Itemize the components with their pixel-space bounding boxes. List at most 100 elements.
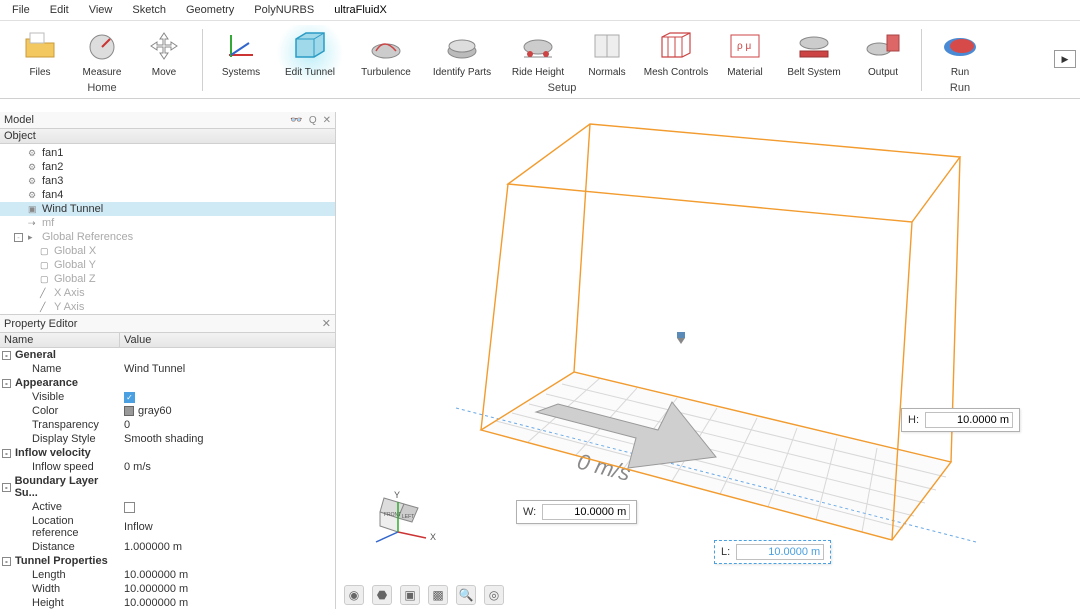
tree-label: Global X <box>54 245 96 257</box>
tree-item[interactable]: ▢Global Y <box>0 258 335 272</box>
prop-value[interactable]: 10.000000 m <box>124 569 188 581</box>
prop-value[interactable]: 10.000000 m <box>124 597 188 609</box>
ribbon-measure[interactable]: Measure <box>74 25 130 80</box>
prop-value[interactable]: Inflow <box>124 521 153 533</box>
tree-item[interactable]: ⚙fan2 <box>0 160 335 174</box>
prop-value[interactable]: 0 <box>124 419 130 431</box>
panel-close-icon[interactable]: ✕ <box>323 115 331 126</box>
vtb-1[interactable]: ◉ <box>344 585 364 605</box>
ribbon-move[interactable]: Move <box>136 25 192 80</box>
prop-name: Length <box>6 569 66 581</box>
output-icon <box>861 27 905 65</box>
prop-row: Height10.000000 m <box>0 596 335 609</box>
prop-row: Active <box>0 500 335 514</box>
menu-polynurbs[interactable]: PolyNURBS <box>250 2 318 18</box>
prop-value[interactable]: 1.000000 m <box>124 541 182 553</box>
tree-item[interactable]: ⚙fan1 <box>0 146 335 160</box>
tree-item[interactable]: -▸Global References <box>0 230 335 244</box>
prop-section[interactable]: General <box>15 349 56 361</box>
tree-item[interactable]: ╱X Axis <box>0 286 335 300</box>
dim-height-input[interactable] <box>925 412 1013 428</box>
play-icon[interactable]: ▶ <box>1054 50 1076 68</box>
ribbon-rideheight[interactable]: Ride Height <box>503 25 573 80</box>
prop-value[interactable]: 0 m/s <box>124 461 151 473</box>
ribbon-systems[interactable]: Systems <box>213 25 269 80</box>
svg-text:LEFT: LEFT <box>402 514 414 520</box>
normals-icon <box>585 27 629 65</box>
ribbon-output[interactable]: Output <box>855 25 911 80</box>
tree-item[interactable]: ⚙fan4 <box>0 188 335 202</box>
dim-length-input[interactable] <box>736 544 824 560</box>
dim-length[interactable]: L: <box>714 540 831 564</box>
left-pane: Model 👓 Q ✕ Object ⚙fan1⚙fan2⚙fan3⚙fan4▣Wi… <box>0 112 336 609</box>
vtb-4[interactable]: ▩ <box>428 585 448 605</box>
tree-label: X Axis <box>54 287 85 299</box>
prop-row: Length 10.000000 m <box>0 568 335 582</box>
prop-section[interactable]: Tunnel Properties <box>15 555 108 567</box>
panel-search-icon[interactable]: Q <box>309 115 317 126</box>
prop-value[interactable]: Smooth shading <box>124 433 204 445</box>
turbulence-icon <box>364 27 408 65</box>
tree-item[interactable]: ⚙fan3 <box>0 174 335 188</box>
tree-item[interactable]: ▣Wind Tunnel <box>0 202 335 216</box>
ribbon-meshctrl[interactable]: Mesh Controls <box>641 25 711 80</box>
menu-view[interactable]: View <box>85 2 117 18</box>
ribbon-normals[interactable]: Normals <box>579 25 635 80</box>
menu-edit[interactable]: Edit <box>46 2 73 18</box>
tree-item[interactable]: ▢Global Z <box>0 272 335 286</box>
ribbon-separator <box>202 29 203 91</box>
prop-row: NameWind Tunnel <box>0 362 335 376</box>
dim-height[interactable]: H: <box>901 408 1020 432</box>
tree-icon: ▸ <box>28 232 38 242</box>
property-grid[interactable]: -GeneralNameWind Tunnel-AppearanceVisibl… <box>0 348 335 609</box>
prop-section[interactable]: Appearance <box>15 377 78 389</box>
panel-eye-icon[interactable]: 👓 <box>290 115 302 126</box>
tree-item[interactable]: ╱Y Axis <box>0 300 335 314</box>
prop-row: Width10.000000 m <box>0 582 335 596</box>
model-object-header[interactable]: Object <box>0 129 335 144</box>
prop-row: -Tunnel Properties <box>0 554 335 568</box>
prop-section[interactable]: Boundary Layer Su... <box>15 475 118 499</box>
prop-row: Visible✓ <box>0 390 335 404</box>
move-icon <box>142 27 186 65</box>
dim-width[interactable]: W: <box>516 500 637 524</box>
tree-icon: ⇢ <box>28 218 38 228</box>
viewport-3d[interactable]: 0 m/s H: W: L: <box>336 112 1080 609</box>
svg-text:ρ μ: ρ μ <box>737 41 751 52</box>
model-panel-title: Model <box>4 114 34 126</box>
ribbon-label: Files <box>29 67 50 78</box>
checkbox[interactable] <box>124 502 135 513</box>
menu-sketch[interactable]: Sketch <box>128 2 170 18</box>
vtb-5[interactable]: 🔍 <box>456 585 476 605</box>
dim-width-input[interactable] <box>542 504 630 520</box>
ribbon-identify[interactable]: Identify Parts <box>427 25 497 80</box>
panel-close-icon[interactable]: ✕ <box>322 317 331 330</box>
ribbon-run[interactable]: Run <box>932 25 988 80</box>
prop-row: Transparency0 <box>0 418 335 432</box>
prop-value[interactable]: Wind Tunnel <box>124 363 185 375</box>
ribbon-edittunnel[interactable]: Edit Tunnel <box>275 25 345 80</box>
prop-name: Distance <box>6 541 75 553</box>
tree-icon: ▢ <box>40 260 50 270</box>
prop-section[interactable]: Inflow velocity <box>15 447 91 459</box>
checkbox[interactable]: ✓ <box>124 392 135 403</box>
prop-value[interactable]: 10.000000 m <box>124 583 188 595</box>
prop-value[interactable]: gray60 <box>138 405 172 417</box>
vtb-6[interactable]: ◎ <box>484 585 504 605</box>
ribbon-material[interactable]: ρ μMaterial <box>717 25 773 80</box>
menu-file[interactable]: File <box>8 2 34 18</box>
ribbon-files[interactable]: Files <box>12 25 68 80</box>
view-triad[interactable]: FRONT LEFT X Y <box>348 484 438 557</box>
vtb-3[interactable]: ▣ <box>400 585 420 605</box>
color-swatch[interactable] <box>124 406 134 416</box>
model-tree[interactable]: ⚙fan1⚙fan2⚙fan3⚙fan4▣Wind Tunnel⇢mf-▸Glo… <box>0 144 335 314</box>
menu-ultrafluidx[interactable]: ultraFluidX <box>330 2 391 18</box>
vtb-2[interactable]: ⬣ <box>372 585 392 605</box>
tree-item[interactable]: ⇢mf <box>0 216 335 230</box>
ribbon-turbulence[interactable]: Turbulence <box>351 25 421 80</box>
menu-geometry[interactable]: Geometry <box>182 2 238 18</box>
belt-icon <box>792 27 836 65</box>
property-columns: Name Value <box>0 333 335 348</box>
tree-item[interactable]: ▢Global X <box>0 244 335 258</box>
ribbon-belt[interactable]: Belt System <box>779 25 849 80</box>
